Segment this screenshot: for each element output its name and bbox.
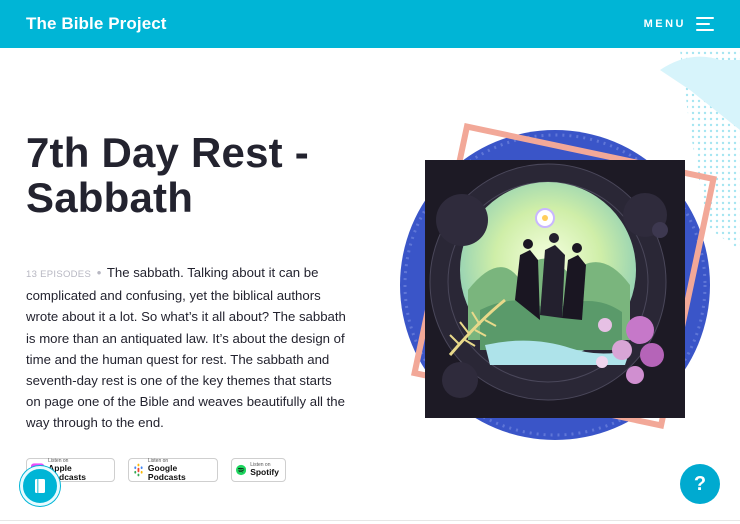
google-podcasts-icon <box>134 463 143 477</box>
menu-label: MENU <box>643 18 686 30</box>
help-button[interactable]: ? <box>680 464 720 504</box>
bottom-divider <box>0 520 740 521</box>
series-description: 13 EPISODES • The sabbath. Talking about… <box>26 262 348 434</box>
menu-button[interactable]: MENU <box>644 17 714 31</box>
google-podcasts-badge[interactable]: Listen on Google Podcasts <box>128 458 218 482</box>
spotify-icon <box>236 464 247 476</box>
google-badge-big-text: Google Podcasts <box>147 463 186 482</box>
series-artwork <box>400 50 740 440</box>
episode-count: 13 EPISODES <box>26 269 92 280</box>
page-title-line-1: 7th Day Rest - <box>26 129 309 176</box>
spotify-badge[interactable]: Listen on Spotify <box>231 458 286 482</box>
book-icon <box>35 479 45 493</box>
page-title: 7th Day Rest - Sabbath <box>26 130 366 221</box>
reader-toggle-button[interactable] <box>20 466 60 506</box>
page-title-line-2: Sabbath <box>26 174 194 222</box>
hamburger-icon <box>696 17 714 31</box>
description-text: The sabbath. Talking about it can be com… <box>26 265 346 431</box>
spotify-badge-big-text: Spotify <box>250 467 279 478</box>
top-navigation-bar: The Bible Project MENU <box>0 0 740 48</box>
separator-dot: • <box>96 265 102 280</box>
podcast-badges: Listen on Apple Podcasts Listen on Googl… <box>26 458 286 482</box>
brand-logo[interactable]: The Bible Project <box>26 14 167 34</box>
